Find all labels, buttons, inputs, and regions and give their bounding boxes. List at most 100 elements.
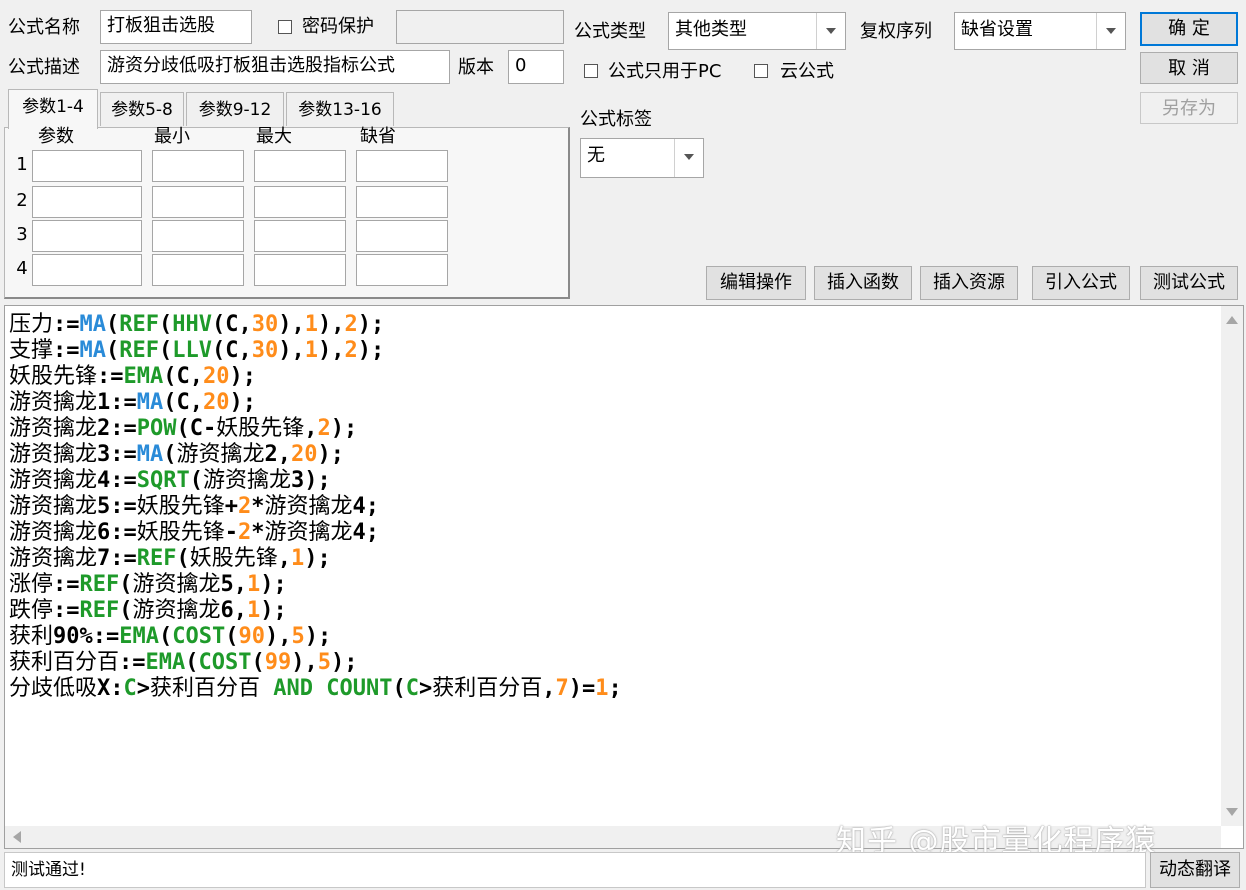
code-token: 获利百分百 <box>150 676 261 701</box>
save-as-button[interactable]: 另存为 <box>1140 92 1238 124</box>
scroll-left-icon[interactable] <box>13 831 21 843</box>
code-line[interactable]: 妖股先锋:=EMA(C,20); <box>9 364 622 390</box>
param-cell-name[interactable] <box>32 220 142 252</box>
code-line[interactable]: 游资擒龙2:=POW(C-妖股先锋,2); <box>9 416 622 442</box>
code-line[interactable]: 游资擒龙7:=REF(妖股先锋,1); <box>9 546 622 572</box>
code-line[interactable]: 分歧低吸X:C>获利百分百 AND COUNT(C>获利百分百,7)=1; <box>9 676 622 702</box>
param-cell-max[interactable] <box>254 220 346 252</box>
code-line[interactable]: 游资擒龙4:=SQRT(游资擒龙3); <box>9 468 622 494</box>
code-token: 跌停 <box>9 598 54 623</box>
code-token: ( <box>119 572 133 597</box>
code-line[interactable]: 游资擒龙5:=妖股先锋+2*游资擒龙4; <box>9 494 622 520</box>
code-token: 游资擒龙 <box>203 468 292 493</box>
code-token: POW <box>136 416 177 441</box>
code-token: 妖股先锋 <box>136 494 225 519</box>
code-line[interactable]: 支撑:=MA(REF(LLV(C,30),1),2); <box>9 338 622 364</box>
param-cell-default[interactable] <box>356 186 448 218</box>
code-token: ; <box>608 676 622 701</box>
code-line[interactable]: 游资擒龙3:=MA(游资擒龙2,20); <box>9 442 622 468</box>
code-token: ( <box>185 650 199 675</box>
code-token: REF <box>119 338 160 363</box>
rights-value: 缺省设置 <box>961 19 1033 40</box>
vertical-scrollbar[interactable] <box>1221 306 1243 826</box>
insert-func-button[interactable]: 插入函数 <box>814 266 912 300</box>
code-line[interactable]: 游资擒龙6:=妖股先锋-2*游资擒龙4; <box>9 520 622 546</box>
code-line[interactable]: 获利百分百:=EMA(COST(99),5); <box>9 650 622 676</box>
formula-desc-input[interactable]: 游资分歧低吸打板狙击选股指标公式 <box>100 50 450 84</box>
param-cell-name[interactable] <box>32 254 142 286</box>
code-token: := <box>97 364 124 389</box>
chevron-down-icon[interactable] <box>1096 13 1125 49</box>
param-cell-max[interactable] <box>254 254 346 286</box>
code-token: MA <box>79 338 107 363</box>
tag-label: 公式标签 <box>580 109 652 130</box>
cancel-button[interactable]: 取 消 <box>1140 52 1238 84</box>
code-token: C, <box>176 364 204 389</box>
code-line[interactable]: 游资擒龙1:=MA(C,20); <box>9 390 622 416</box>
param-cell-max[interactable] <box>254 186 346 218</box>
pc-only-checkbox[interactable] <box>584 64 598 78</box>
password-input[interactable] <box>396 10 564 44</box>
dynamic-translate-button[interactable]: 动态翻译 <box>1150 852 1240 888</box>
code-token: 游资擒龙 <box>9 390 98 415</box>
edit-ops-button[interactable]: 编辑操作 <box>706 266 806 300</box>
tag-select[interactable]: 无 <box>580 138 704 178</box>
tab-params-13-16[interactable]: 参数13-16 <box>286 92 394 126</box>
test-formula-button[interactable]: 测试公式 <box>1140 266 1238 300</box>
code-token: AND <box>273 676 314 701</box>
tab-params-9-12[interactable]: 参数9-12 <box>186 92 284 126</box>
code-editor[interactable]: 压力:=MA(REF(HHV(C,30),1),2); 支撑:=MA(REF(LL… <box>4 305 1244 849</box>
code-token: 压力 <box>9 312 54 337</box>
code-token: 游资擒龙 <box>9 546 98 571</box>
param-cell-min[interactable] <box>152 220 244 252</box>
param-cell-min[interactable] <box>152 186 244 218</box>
chevron-down-icon[interactable] <box>674 139 703 177</box>
code-token: ); <box>229 390 257 415</box>
param-row-number: 4 <box>16 258 28 279</box>
code-token: * <box>251 520 265 545</box>
formula-type-select[interactable]: 其他类型 <box>668 12 846 50</box>
code-token: - <box>224 520 239 545</box>
col-header-max: 最大 <box>256 126 292 147</box>
param-cell-min[interactable] <box>152 254 244 286</box>
code-token: ( <box>212 338 226 363</box>
version-input[interactable]: 0 <box>508 50 564 84</box>
ok-button[interactable]: 确 定 <box>1140 12 1238 46</box>
param-cell-name[interactable] <box>32 150 142 182</box>
code-token: 3); <box>291 468 331 493</box>
code-token: 6, <box>220 598 248 623</box>
cloud-checkbox[interactable] <box>754 64 768 78</box>
code-line[interactable]: 压力:=MA(REF(HHV(C,30),1),2); <box>9 312 622 338</box>
formula-type-label: 公式类型 <box>574 21 646 42</box>
code-token: := <box>53 312 80 337</box>
param-cell-min[interactable] <box>152 150 244 182</box>
tab-params-5-8[interactable]: 参数5-8 <box>100 92 184 126</box>
param-cell-default[interactable] <box>356 150 448 182</box>
import-formula-button[interactable]: 引入公式 <box>1032 266 1130 300</box>
code-token: ( <box>392 676 406 701</box>
rights-label: 复权序列 <box>860 21 932 42</box>
code-token: ( <box>163 390 177 415</box>
scroll-up-icon[interactable] <box>1226 316 1238 324</box>
tab-params-1-4[interactable]: 参数1-4 <box>8 89 98 129</box>
code-text[interactable]: 压力:=MA(REF(HHV(C,30),1),2); 支撑:=MA(REF(LL… <box>9 312 622 702</box>
password-checkbox[interactable] <box>278 20 292 34</box>
insert-res-button[interactable]: 插入资源 <box>920 266 1018 300</box>
code-token: HHV <box>172 312 213 337</box>
formula-name-input[interactable]: 打板狙击选股 <box>100 10 252 44</box>
param-cell-default[interactable] <box>356 220 448 252</box>
code-token: 妖股先锋 <box>9 364 98 389</box>
code-line[interactable]: 涨停:=REF(游资擒龙5,1); <box>9 572 622 598</box>
code-line[interactable]: 获利90%:=EMA(COST(90),5); <box>9 624 622 650</box>
code-token: C, <box>225 312 252 337</box>
scroll-down-icon[interactable] <box>1226 808 1238 816</box>
param-cell-default[interactable] <box>356 254 448 286</box>
rights-select[interactable]: 缺省设置 <box>954 12 1126 50</box>
code-token: 游资擒龙 <box>9 442 98 467</box>
param-cell-max[interactable] <box>254 150 346 182</box>
code-line[interactable]: 跌停:=REF(游资擒龙6,1); <box>9 598 622 624</box>
code-token: 支撑 <box>9 338 54 363</box>
param-cell-name[interactable] <box>32 186 142 218</box>
chevron-down-icon[interactable] <box>816 13 845 49</box>
